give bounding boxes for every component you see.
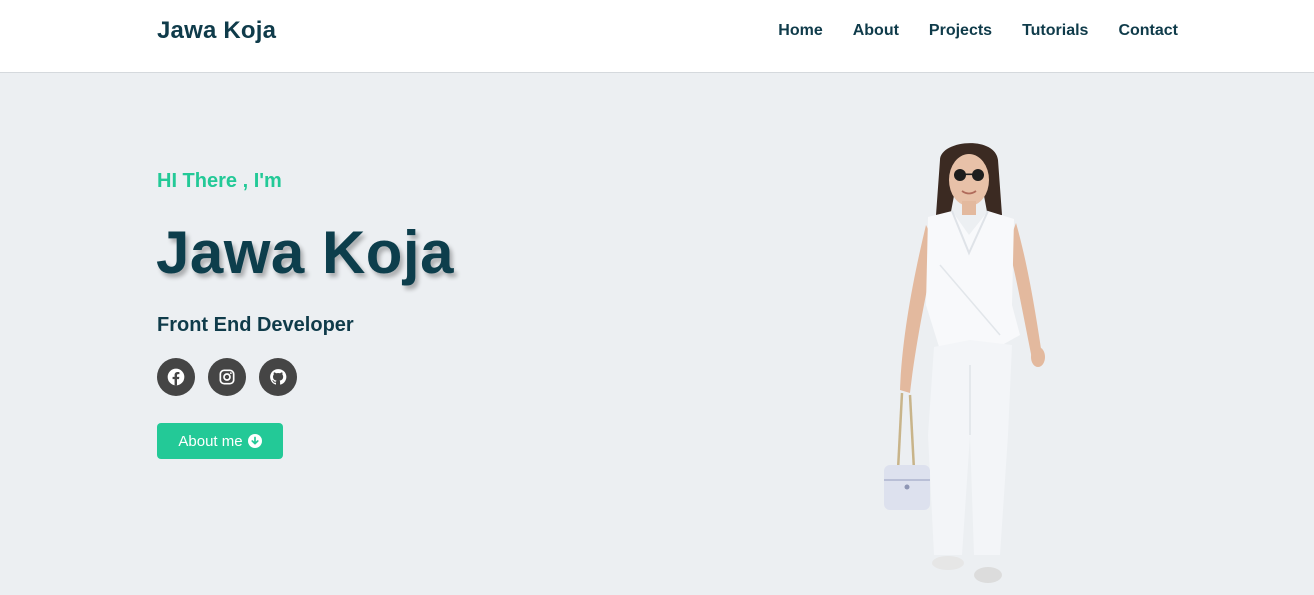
hero-name: Jawa Koja [156, 219, 454, 286]
nav-home[interactable]: Home [778, 22, 822, 40]
instagram-icon [219, 369, 235, 385]
about-me-button[interactable]: About me [157, 423, 283, 459]
nav-projects[interactable]: Projects [929, 22, 992, 40]
github-icon [270, 369, 287, 385]
facebook-icon [167, 368, 185, 386]
about-me-label: About me [178, 432, 243, 450]
social-links [157, 358, 297, 396]
nav-menu: Home About Projects Tutorials Contact [778, 22, 1178, 40]
facebook-link[interactable] [157, 358, 195, 396]
arrow-down-circle-icon [247, 434, 262, 448]
navbar: Jawa Koja Home About Projects Tutorials … [0, 0, 1314, 73]
instagram-link[interactable] [208, 358, 246, 396]
portrait-image [884, 143, 1045, 583]
hero-greeting: HI There , I'm [157, 170, 282, 192]
nav-about[interactable]: About [853, 22, 899, 40]
nav-tutorials[interactable]: Tutorials [1022, 22, 1088, 40]
hero-role: Front End Developer [157, 314, 354, 336]
nav-contact[interactable]: Contact [1118, 22, 1178, 40]
github-link[interactable] [259, 358, 297, 396]
brand-logo[interactable]: Jawa Koja [157, 17, 276, 45]
